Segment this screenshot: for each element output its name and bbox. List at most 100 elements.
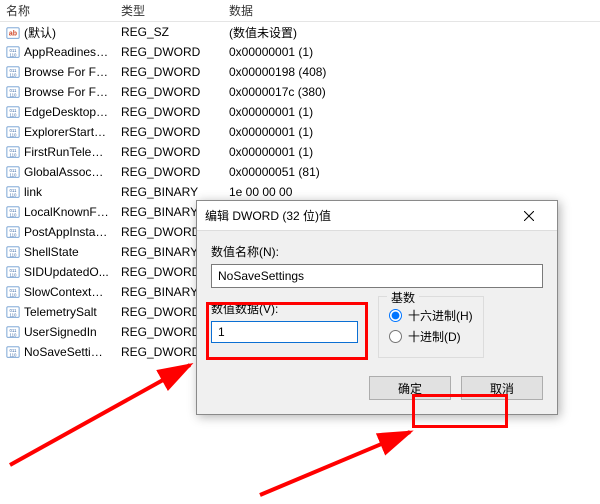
header-name[interactable]: 名称 (0, 0, 115, 21)
edit-dword-dialog: 编辑 DWORD (32 位)值 数值名称(N): 数值数据(V): 基数 十六… (196, 200, 558, 415)
radix-hex-option[interactable]: 十六进制(H) (389, 307, 473, 324)
name-field[interactable] (211, 264, 543, 288)
binary-value-icon: 011110 (6, 265, 20, 279)
binary-value-icon: 011110 (6, 145, 20, 159)
row-name: NoSaveSettings (24, 345, 110, 359)
row-type: REG_DWORD (115, 104, 223, 120)
value-label: 数值数据(V): (211, 300, 358, 317)
row-type: REG_BINARY (115, 184, 223, 200)
row-name: FirstRunTelem... (24, 145, 111, 159)
row-data: 0x0000017c (380) (223, 84, 600, 100)
radix-dec-label: 十进制(D) (408, 328, 461, 345)
close-icon (524, 211, 534, 221)
row-name-cell: 011110 GlobalAssocCh... (0, 164, 115, 181)
binary-value-icon: 011110 (6, 285, 20, 299)
row-name-cell: 011110 ShellState (0, 244, 115, 261)
row-name: (默认) (24, 26, 56, 40)
svg-text:110: 110 (10, 113, 18, 118)
name-label: 数值名称(N): (211, 243, 543, 260)
row-name: ExplorerStartu... (24, 125, 111, 139)
row-name-cell: 011110 Browse For Fol... (0, 64, 115, 81)
row-data: 0x00000001 (1) (223, 124, 600, 140)
row-type: REG_DWORD (115, 84, 223, 100)
dialog-buttons: 确定 取消 (211, 376, 543, 400)
dialog-titlebar: 编辑 DWORD (32 位)值 (197, 201, 557, 231)
binary-value-icon: 011110 (6, 125, 20, 139)
header-data[interactable]: 数据 (223, 0, 600, 21)
header-type[interactable]: 类型 (115, 0, 223, 21)
row-data: 0x00000001 (1) (223, 44, 600, 60)
row-data: 1e 00 00 00 (223, 184, 600, 200)
svg-text:110: 110 (10, 273, 18, 278)
registry-row[interactable]: 011110EdgeDesktopS...REG_DWORD0x00000001… (0, 102, 600, 122)
svg-text:110: 110 (10, 73, 18, 78)
dialog-title: 编辑 DWORD (32 位)值 (205, 207, 331, 224)
string-value-icon: ab (6, 26, 20, 40)
svg-text:ab: ab (9, 31, 17, 38)
registry-row[interactable]: 011110 link REG_BINARY1e 00 00 00 (0, 182, 600, 202)
binary-value-icon: 011110 (6, 245, 20, 259)
dialog-body: 数值名称(N): 数值数据(V): 基数 十六进制(H) 十进制(D) 确定 (197, 231, 557, 414)
registry-row[interactable]: 011110 Browse For Fol...REG_DWORD0x000001… (0, 82, 600, 102)
svg-text:110: 110 (10, 353, 18, 358)
row-name-cell: 011110 ExplorerStartu... (0, 124, 115, 141)
radix-dec-radio[interactable] (389, 330, 402, 343)
radix-hex-radio[interactable] (389, 309, 402, 322)
binary-value-icon: 011110 (6, 85, 20, 99)
row-name: TelemetrySalt (24, 305, 97, 319)
row-name: PostAppInstall... (24, 225, 111, 239)
row-name-cell: 011110 NoSaveSettings (0, 344, 115, 361)
binary-value-icon: 011110 (6, 65, 20, 79)
row-data: 0x00000051 (81) (223, 164, 600, 180)
row-type: REG_DWORD (115, 144, 223, 160)
svg-text:110: 110 (10, 93, 18, 98)
svg-text:110: 110 (10, 133, 18, 138)
svg-text:110: 110 (10, 313, 18, 318)
registry-row[interactable]: 011110Browse For Fol...REG_DWORD0x000001… (0, 62, 600, 82)
registry-row[interactable]: 011110GlobalAssocCh...REG_DWORD0x0000005… (0, 162, 600, 182)
row-data: 0x00000198 (408) (223, 64, 600, 80)
row-name-cell: 011110PostAppInstall... (0, 224, 115, 241)
svg-text:110: 110 (10, 333, 18, 338)
row-name: AppReadiness... (24, 45, 112, 59)
registry-row[interactable]: ab(默认)REG_SZ(数值未设置) (0, 22, 600, 42)
row-name-cell: ab (默认) (0, 23, 115, 42)
binary-value-icon: 011110 (6, 345, 20, 359)
binary-value-icon: 011110 (6, 165, 20, 179)
row-name-cell: 011110 SIDUpdatedO... (0, 264, 115, 281)
row-name: Browse For Fol... (24, 65, 115, 79)
row-name-cell: 011110EdgeDesktopS... (0, 104, 115, 121)
binary-value-icon: 011110 (6, 305, 20, 319)
row-data: 0x00000001 (1) (223, 144, 600, 160)
row-type: REG_DWORD (115, 44, 223, 60)
cancel-button[interactable]: 取消 (461, 376, 543, 400)
binary-value-icon: 011110 (6, 105, 20, 119)
registry-row[interactable]: 011110 FirstRunTelem... REG_DWORD0x0000000… (0, 142, 600, 162)
row-name-cell: 011110 SlowContextM... (0, 284, 115, 301)
row-name: GlobalAssocCh... (24, 165, 115, 179)
row-type: REG_DWORD (115, 124, 223, 140)
row-name-cell: 011110LocalKnownFol... (0, 204, 115, 221)
row-name-cell: 011110 FirstRunTelem... (0, 144, 115, 161)
binary-value-icon: 011110 (6, 45, 20, 59)
row-name: Browse For Fol... (24, 85, 115, 99)
registry-row[interactable]: 011110 AppReadiness...REG_DWORD0x00000001… (0, 42, 600, 62)
registry-row[interactable]: 011110 ExplorerStartu... REG_DWORD0x000000… (0, 122, 600, 142)
svg-text:110: 110 (10, 173, 18, 178)
row-type: REG_SZ (115, 24, 223, 40)
ok-button[interactable]: 确定 (369, 376, 451, 400)
row-name: link (24, 185, 42, 199)
row-name: ShellState (24, 245, 79, 259)
svg-text:110: 110 (10, 193, 18, 198)
value-data-input[interactable] (211, 321, 358, 343)
row-name: UserSignedIn (24, 325, 97, 339)
svg-text:110: 110 (10, 293, 18, 298)
row-name: SIDUpdatedO... (24, 265, 109, 279)
row-data: 0x00000001 (1) (223, 104, 600, 120)
binary-value-icon: 011110 (6, 185, 20, 199)
radix-hex-label: 十六进制(H) (408, 307, 473, 324)
close-button[interactable] (509, 204, 549, 228)
radix-dec-option[interactable]: 十进制(D) (389, 328, 473, 345)
row-name: SlowContextM... (24, 285, 111, 299)
row-name-cell: 011110 Browse For Fol... (0, 84, 115, 101)
